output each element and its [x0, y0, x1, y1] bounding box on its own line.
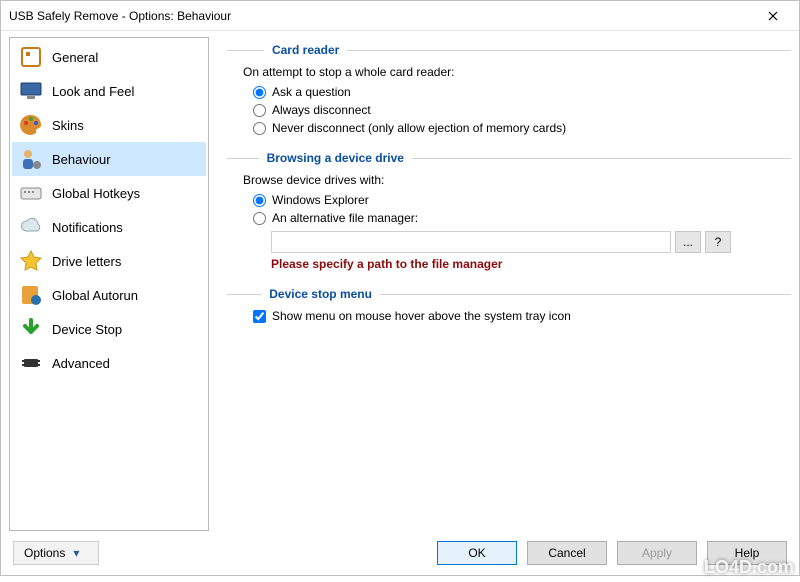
options-window: USB Safely Remove - Options: Behaviour G…	[0, 0, 800, 576]
group-card-reader: Card reader On attempt to stop a whole c…	[227, 43, 791, 135]
chevron-down-icon: ▾	[73, 546, 79, 560]
sidebar-item-label: Advanced	[52, 356, 110, 371]
group-title: Card reader	[272, 43, 339, 57]
sidebar-item-behaviour[interactable]: Behaviour	[12, 142, 206, 176]
sidebar-item-skins[interactable]: Skins	[12, 108, 206, 142]
sidebar-item-label: Global Hotkeys	[52, 186, 140, 201]
browse-path-button[interactable]: ...	[675, 231, 701, 253]
chip-icon	[18, 350, 44, 376]
check-show-menu-hover[interactable]: Show menu on mouse hover above the syste…	[253, 309, 791, 323]
sidebar-item-label: Notifications	[52, 220, 123, 235]
person-gear-icon	[18, 146, 44, 172]
arrow-down-icon	[18, 316, 44, 342]
close-icon	[768, 11, 778, 21]
radio-label: Ask a question	[272, 85, 351, 99]
radio-label: An alternative file manager:	[272, 211, 418, 225]
options-menu-button[interactable]: Options ▾	[13, 541, 99, 565]
radio-input[interactable]	[253, 122, 266, 135]
help-button[interactable]: Help	[707, 541, 787, 565]
group-device-stop-menu: Device stop menu Show menu on mouse hove…	[227, 287, 791, 323]
sidebar-item-label: General	[52, 50, 98, 65]
options-label: Options	[24, 546, 65, 560]
sidebar-item-label: Skins	[52, 118, 84, 133]
category-sidebar: General Look and Feel Skins Behaviour Gl…	[9, 37, 209, 531]
sidebar-item-look-and-feel[interactable]: Look and Feel	[12, 74, 206, 108]
radio-input[interactable]	[253, 86, 266, 99]
autorun-icon	[18, 282, 44, 308]
sidebar-item-label: Device Stop	[52, 322, 122, 337]
apply-button[interactable]: Apply	[617, 541, 697, 565]
radio-label: Always disconnect	[272, 103, 371, 117]
sidebar-item-label: Look and Feel	[52, 84, 134, 99]
sidebar-item-label: Drive letters	[52, 254, 121, 269]
cancel-button[interactable]: Cancel	[527, 541, 607, 565]
dialog-footer: Options ▾ OK Cancel Apply Help	[1, 531, 799, 575]
keyboard-icon	[18, 180, 44, 206]
sidebar-item-label: Behaviour	[52, 152, 111, 167]
sidebar-item-label: Global Autorun	[52, 288, 138, 303]
content-pane: Card reader On attempt to stop a whole c…	[217, 37, 791, 531]
file-manager-path-input[interactable]	[271, 231, 671, 253]
radio-input[interactable]	[253, 104, 266, 117]
radio-ask-question[interactable]: Ask a question	[253, 85, 791, 99]
group-title: Browsing a device drive	[267, 151, 404, 165]
group-title: Device stop menu	[269, 287, 372, 301]
card-reader-intro: On attempt to stop a whole card reader:	[243, 65, 791, 79]
sidebar-item-general[interactable]: General	[12, 40, 206, 74]
dialog-body: General Look and Feel Skins Behaviour Gl…	[1, 31, 799, 531]
monitor-icon	[18, 78, 44, 104]
cloud-icon	[18, 214, 44, 240]
sidebar-item-device-stop[interactable]: Device Stop	[12, 312, 206, 346]
sidebar-item-drive-letters[interactable]: Drive letters	[12, 244, 206, 278]
radio-label: Never disconnect (only allow ejection of…	[272, 121, 566, 135]
checkbox-input[interactable]	[253, 310, 266, 323]
path-error-text: Please specify a path to the file manage…	[271, 257, 791, 271]
titlebar: USB Safely Remove - Options: Behaviour	[1, 1, 799, 31]
star-icon	[18, 248, 44, 274]
checkbox-label: Show menu on mouse hover above the syste…	[272, 309, 571, 323]
sidebar-item-global-hotkeys[interactable]: Global Hotkeys	[12, 176, 206, 210]
radio-label: Windows Explorer	[272, 193, 369, 207]
palette-icon	[18, 112, 44, 138]
sidebar-item-global-autorun[interactable]: Global Autorun	[12, 278, 206, 312]
radio-never-disconnect[interactable]: Never disconnect (only allow ejection of…	[253, 121, 791, 135]
sidebar-item-advanced[interactable]: Advanced	[12, 346, 206, 380]
sidebar-item-notifications[interactable]: Notifications	[12, 210, 206, 244]
general-icon	[18, 44, 44, 70]
close-button[interactable]	[755, 5, 791, 27]
window-title: USB Safely Remove - Options: Behaviour	[9, 9, 755, 23]
ok-button[interactable]: OK	[437, 541, 517, 565]
radio-input[interactable]	[253, 212, 266, 225]
radio-windows-explorer[interactable]: Windows Explorer	[253, 193, 791, 207]
radio-alt-file-manager[interactable]: An alternative file manager:	[253, 211, 791, 225]
browse-intro: Browse device drives with:	[243, 173, 791, 187]
group-browsing-device: Browsing a device drive Browse device dr…	[227, 151, 791, 271]
radio-always-disconnect[interactable]: Always disconnect	[253, 103, 791, 117]
path-help-button[interactable]: ?	[705, 231, 731, 253]
radio-input[interactable]	[253, 194, 266, 207]
